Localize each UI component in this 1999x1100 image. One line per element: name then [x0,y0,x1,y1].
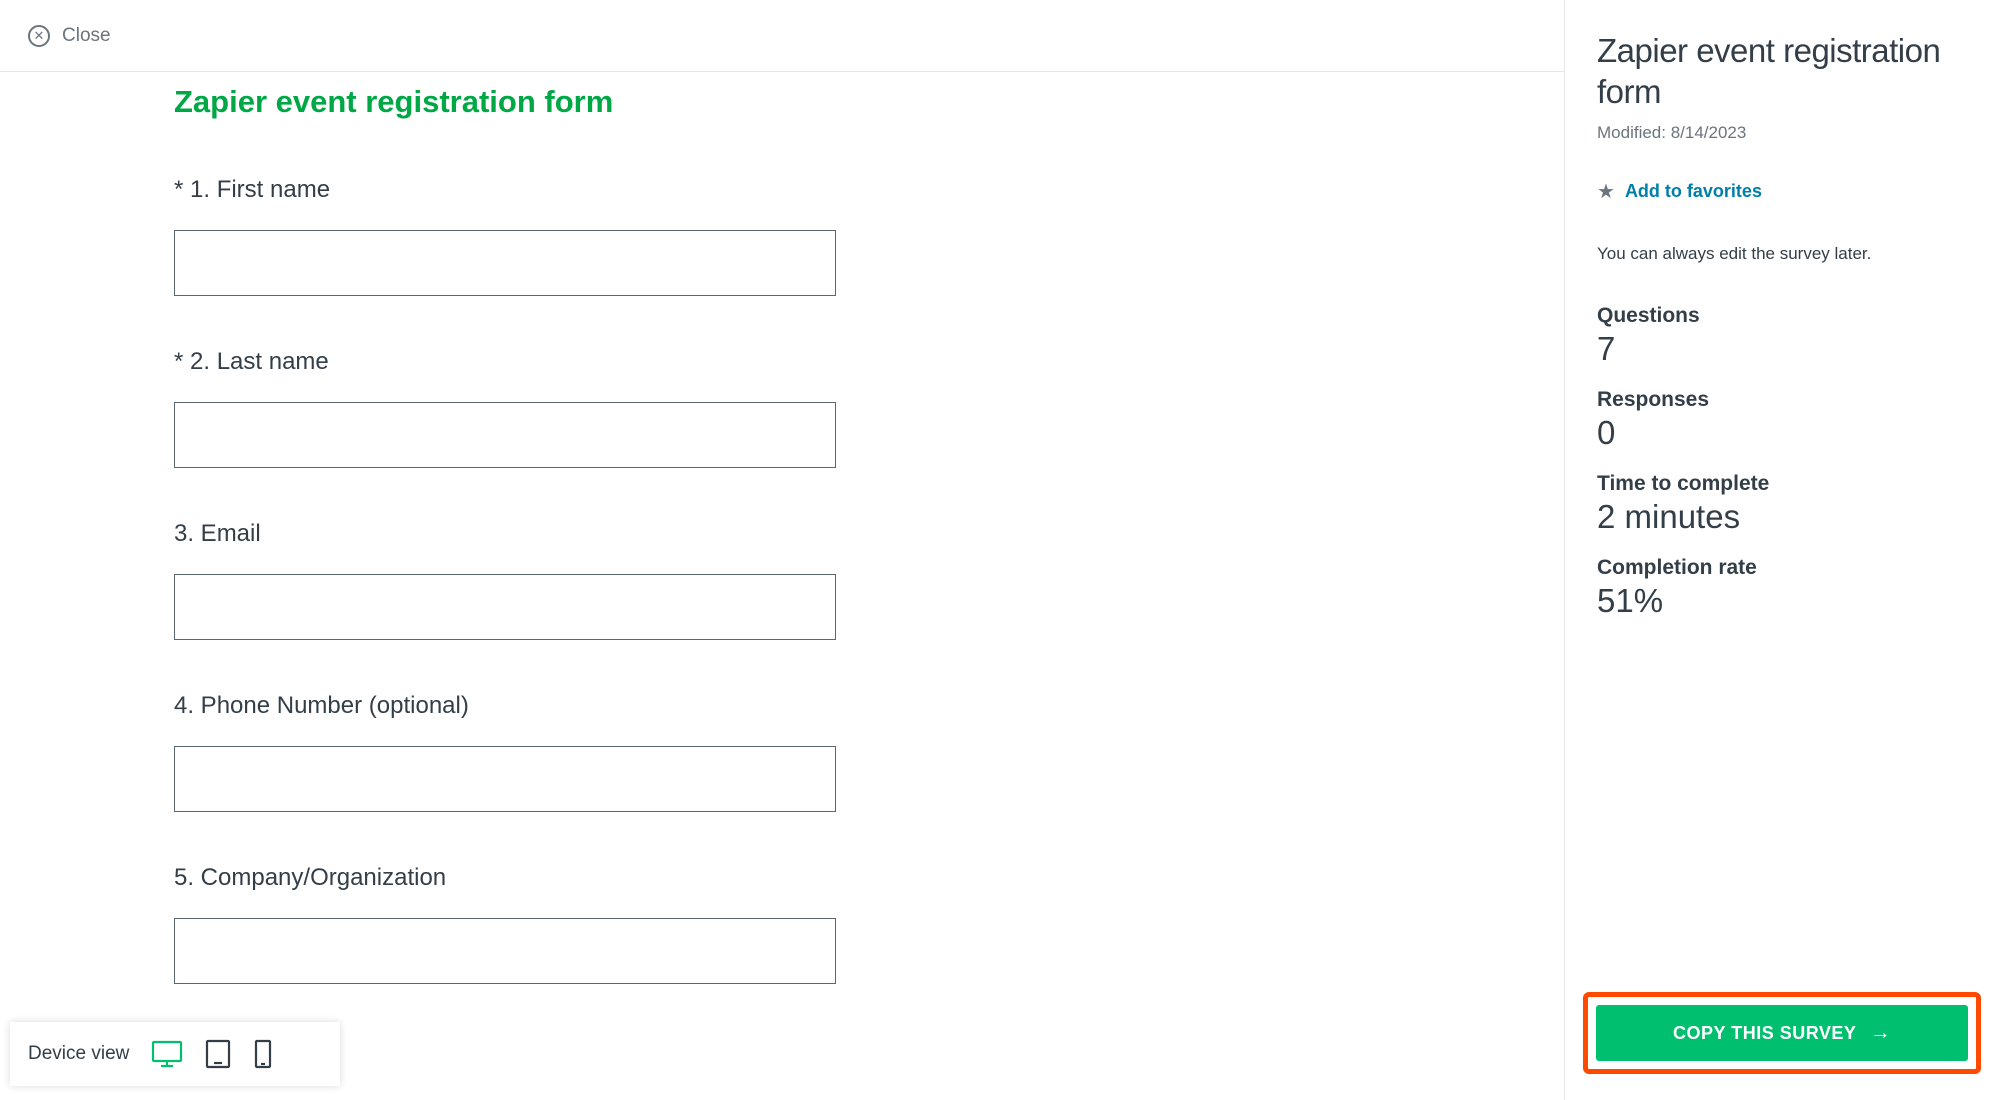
favorites-label: Add to favorites [1625,181,1762,202]
question-phone: 4. Phone Number (optional) [174,692,1564,812]
device-view-bar: Device view [10,1022,340,1086]
question-last-name: * 2. Last name [174,348,1564,468]
arrow-right-icon: → [1870,1022,1891,1045]
last-name-input[interactable] [174,402,836,468]
stat-responses-label: Responses [1597,388,1967,412]
company-input[interactable] [174,918,836,984]
desktop-icon[interactable] [151,1039,183,1069]
survey-preview: Zapier event registration form * 1. Firs… [0,72,1564,1100]
question-label: 4. Phone Number (optional) [174,692,1564,720]
close-button[interactable]: ✕ Close [28,25,111,47]
question-label: 5. Company/Organization [174,864,1564,892]
stat-questions-value: 7 [1597,330,1967,368]
sidebar: Zapier event registration form Modified:… [1564,0,1999,1100]
stat-completion-label: Completion rate [1597,556,1967,580]
stat-responses-value: 0 [1597,414,1967,452]
email-input[interactable] [174,574,836,640]
close-icon: ✕ [28,25,50,47]
sidebar-note: You can always edit the survey later. [1597,244,1967,264]
modified-date: Modified: 8/14/2023 [1597,123,1967,143]
stat-questions-label: Questions [1597,304,1967,328]
add-to-favorites-button[interactable]: ★ Add to favorites [1597,179,1967,204]
copy-survey-highlight: COPY THIS SURVEY → [1583,992,1981,1074]
tablet-icon[interactable] [205,1039,231,1069]
phone-input[interactable] [174,746,836,812]
sidebar-title: Zapier event registration form [1597,30,1967,113]
phone-icon[interactable] [253,1039,273,1069]
form-title: Zapier event registration form [174,84,1564,120]
question-label: * 2. Last name [174,348,1564,376]
stat-time-label: Time to complete [1597,472,1967,496]
close-label: Close [62,25,111,47]
question-label: * 1. First name [174,176,1564,204]
question-company: 5. Company/Organization [174,864,1564,984]
copy-survey-label: COPY THIS SURVEY [1673,1023,1856,1044]
topbar: ✕ Close [0,0,1564,72]
question-first-name: * 1. First name [174,176,1564,296]
copy-survey-button[interactable]: COPY THIS SURVEY → [1596,1005,1968,1061]
stat-time-value: 2 minutes [1597,498,1967,536]
stat-completion-value: 51% [1597,582,1967,620]
first-name-input[interactable] [174,230,836,296]
question-email: 3. Email [174,520,1564,640]
device-view-label: Device view [28,1043,129,1065]
question-label: 3. Email [174,520,1564,548]
star-icon: ★ [1597,179,1615,204]
